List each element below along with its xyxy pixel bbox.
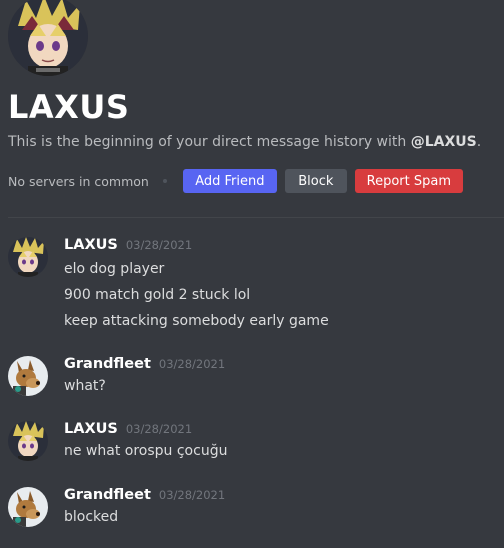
message-text: what? <box>64 378 106 394</box>
dog-avatar-icon <box>8 487 48 527</box>
divider <box>8 217 504 218</box>
page-title: LAXUS <box>8 88 130 126</box>
message-text: elo dog player <box>64 261 165 277</box>
message-header: LAXUS 03/28/2021 <box>64 237 192 253</box>
yugi-avatar-icon <box>8 237 48 277</box>
profile-avatar[interactable] <box>8 0 88 76</box>
message-text: ne what orospu çocuğu <box>64 443 228 459</box>
author-avatar[interactable] <box>8 487 48 527</box>
author-name[interactable]: Grandfleet <box>64 356 151 372</box>
message-header: LAXUS 03/28/2021 <box>64 421 192 437</box>
add-friend-button[interactable]: Add Friend <box>182 169 277 193</box>
block-button[interactable]: Block <box>284 169 347 193</box>
author-name[interactable]: LAXUS <box>64 237 118 253</box>
message-text: keep attacking somebody early game <box>64 313 329 329</box>
author-avatar[interactable] <box>8 237 48 277</box>
intro-handle: @LAXUS <box>410 134 477 150</box>
message-header: Grandfleet 03/28/2021 <box>64 356 225 372</box>
author-avatar[interactable] <box>8 356 48 396</box>
dog-avatar-icon <box>8 356 48 396</box>
yugi-avatar-icon <box>8 0 88 76</box>
profile-actions: No servers in common Add Friend Block Re… <box>8 169 471 193</box>
yugi-avatar-icon <box>8 421 48 461</box>
message-text: 900 match gold 2 stuck lol <box>64 287 251 303</box>
intro-prefix: This is the beginning of your direct mes… <box>8 134 411 150</box>
intro-suffix: . <box>476 134 482 150</box>
author-name[interactable]: Grandfleet <box>64 487 151 503</box>
message-header: Grandfleet 03/28/2021 <box>64 487 225 503</box>
report-spam-button[interactable]: Report Spam <box>354 169 463 193</box>
message-timestamp: 03/28/2021 <box>158 488 226 502</box>
message-timestamp: 03/28/2021 <box>125 422 193 436</box>
separator-dot <box>162 179 167 183</box>
message-timestamp: 03/28/2021 <box>125 238 193 252</box>
no-servers-text: No servers in common <box>8 173 149 189</box>
author-name[interactable]: LAXUS <box>64 421 118 437</box>
message-timestamp: 03/28/2021 <box>158 357 226 371</box>
author-avatar[interactable] <box>8 421 48 461</box>
message-text: blocked <box>64 509 119 525</box>
dm-intro-text: This is the beginning of your direct mes… <box>8 134 481 150</box>
